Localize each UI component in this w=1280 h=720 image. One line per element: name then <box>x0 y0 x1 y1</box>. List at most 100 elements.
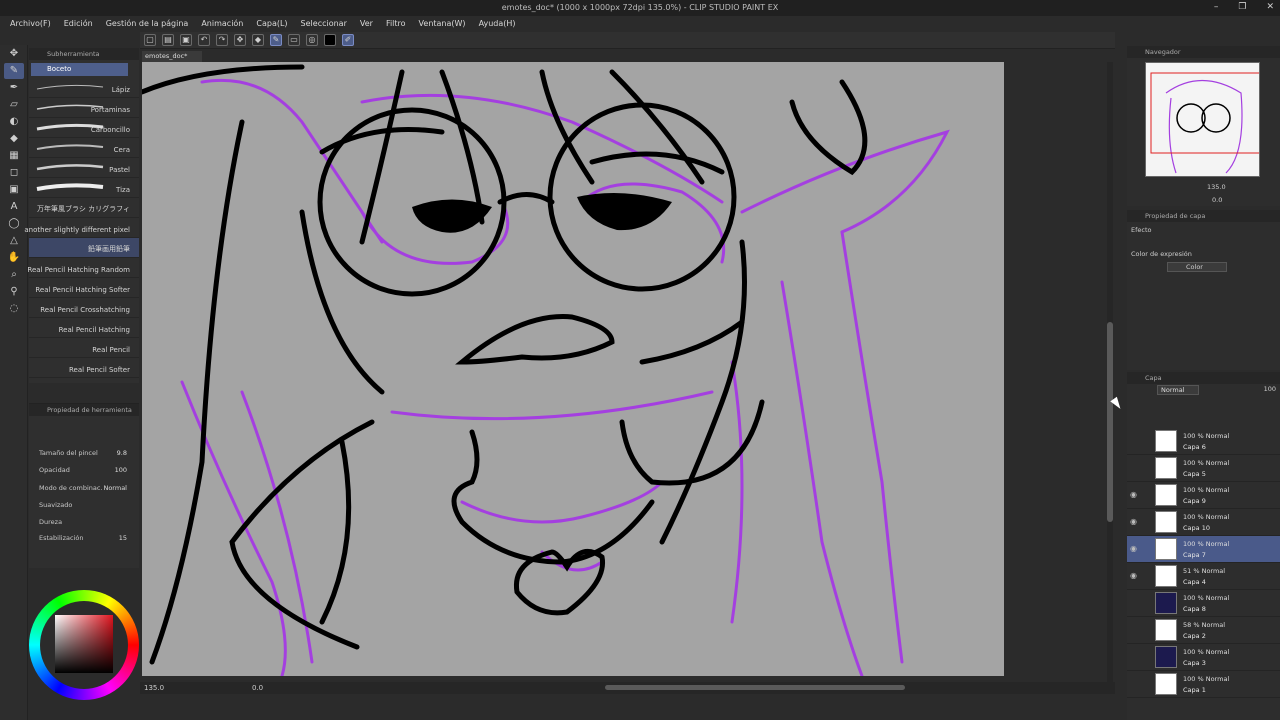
layer-opacity[interactable]: 100 <box>1264 385 1276 393</box>
saturation-value-square[interactable] <box>55 615 113 673</box>
gradient-icon[interactable]: ▦ <box>4 148 24 164</box>
menu-help[interactable]: Ayuda(H) <box>479 19 516 28</box>
eye-icon[interactable]: ◉ <box>1130 518 1138 526</box>
figure-icon[interactable]: ◻ <box>4 165 24 181</box>
eraser-icon[interactable]: ▱ <box>4 97 24 113</box>
zoom-readout[interactable]: 135.0 <box>144 684 164 692</box>
fill-tool-icon[interactable]: ◆ <box>4 131 24 147</box>
layer-row[interactable]: ◉ 51 % Normal Capa 4 <box>1127 563 1280 590</box>
menu-edit[interactable]: Edición <box>64 19 93 28</box>
layer-blend-select[interactable]: Normal <box>1157 385 1199 395</box>
eye-icon[interactable] <box>1130 464 1138 472</box>
brush-item[interactable]: Carboncillo <box>29 118 139 138</box>
brush-item[interactable]: Tiza <box>29 178 139 198</box>
smoothing-row[interactable]: Suavizado <box>39 501 135 513</box>
vertical-scroll-thumb[interactable] <box>1107 322 1113 522</box>
brush-item[interactable]: Real Pencil Hatching <box>29 318 139 338</box>
menu-select[interactable]: Seleccionar <box>301 19 347 28</box>
brush-item[interactable]: another slightly different pixel <box>24 218 139 238</box>
brush-item[interactable]: Real Pencil Hatching Softer <box>29 278 139 298</box>
menu-layer[interactable]: Capa(L) <box>256 19 287 28</box>
navigator-angle[interactable]: 0.0 <box>1212 196 1222 204</box>
maximize-button[interactable]: ❐ <box>1238 2 1246 12</box>
brush-item[interactable]: 万年筆風ブラシ カリグラフィ <box>29 198 139 218</box>
brush-size-value[interactable]: 9.8 <box>117 449 127 457</box>
eyedropper-icon[interactable]: ⚲ <box>4 284 24 300</box>
hardness-row[interactable]: Dureza <box>39 518 135 530</box>
eye-icon[interactable]: ◉ <box>1130 572 1138 580</box>
eye-icon[interactable] <box>1130 653 1138 661</box>
undo-icon[interactable]: ↶ <box>198 34 210 46</box>
menu-window[interactable]: Ventana(W) <box>419 19 466 28</box>
layer-row[interactable]: 100 % Normal Capa 8 <box>1127 590 1280 617</box>
lasso-icon[interactable]: ◌ <box>4 301 24 317</box>
blend-value[interactable]: Normal <box>103 484 127 492</box>
document-tab[interactable]: emotes_doc* <box>142 51 202 62</box>
balloon-icon[interactable]: ◯ <box>4 216 24 232</box>
ruler-tool-icon[interactable]: △ <box>4 233 24 249</box>
menu-page[interactable]: Gestión de la página <box>106 19 189 28</box>
navigator-preview[interactable] <box>1145 62 1260 177</box>
eye-icon[interactable] <box>1130 599 1138 607</box>
minimize-button[interactable]: – <box>1214 2 1219 12</box>
fill-icon[interactable]: ◆ <box>252 34 264 46</box>
save-icon[interactable]: ▣ <box>180 34 192 46</box>
eye-icon[interactable] <box>1130 626 1138 634</box>
eye-icon[interactable] <box>1130 437 1138 445</box>
pencil-icon[interactable]: ✎ <box>4 63 24 79</box>
menu-animation[interactable]: Animación <box>201 19 243 28</box>
move-icon[interactable]: ✥ <box>4 46 24 62</box>
vertical-scrollbar[interactable] <box>1107 62 1113 682</box>
navigator-zoom[interactable]: 135.0 <box>1207 183 1226 191</box>
pen-icon[interactable]: ✎ <box>270 34 282 46</box>
redo-icon[interactable]: ↷ <box>216 34 228 46</box>
layer-row[interactable]: ◉ 100 % Normal Capa 9 <box>1127 482 1280 509</box>
stabilization-row[interactable]: Estabilización 15 <box>39 534 135 546</box>
blend-row[interactable]: Modo de combinac. Normal <box>39 484 135 496</box>
brush-item-selected[interactable]: 鉛筆画用鉛筆 <box>29 238 139 258</box>
close-button[interactable]: ✕ <box>1266 2 1274 12</box>
frame-icon[interactable]: ▣ <box>4 182 24 198</box>
layer-row[interactable]: 58 % Normal Capa 2 <box>1127 617 1280 644</box>
brush-item[interactable]: Real Pencil Softer <box>29 358 139 378</box>
layer-row[interactable]: 100 % Normal Capa 6 <box>1127 428 1280 455</box>
snap-icon[interactable]: ◎ <box>306 34 318 46</box>
text-icon[interactable]: A <box>4 199 24 215</box>
pen-tool-icon[interactable]: ✒ <box>4 80 24 96</box>
open-icon[interactable]: ▤ <box>162 34 174 46</box>
stabilization-value[interactable]: 15 <box>119 534 127 542</box>
brush-item[interactable]: Cera <box>29 138 139 158</box>
brush-icon[interactable]: ✐ <box>342 34 354 46</box>
brush-item[interactable]: Real Pencil Hatching Random <box>27 258 139 278</box>
transform-icon[interactable]: ✥ <box>234 34 246 46</box>
hand-icon[interactable]: ✋ <box>4 250 24 266</box>
angle-readout[interactable]: 0.0 <box>252 684 263 692</box>
brush-item[interactable]: Real Pencil Crosshatching <box>29 298 139 318</box>
subtool-group-tab[interactable]: Boceto <box>31 63 128 76</box>
color-black-icon[interactable] <box>324 34 336 46</box>
zoom-icon[interactable]: ⌕ <box>4 267 24 283</box>
brush-size-row[interactable]: Tamaño del pincel 9.8 <box>39 449 135 461</box>
opacity-value[interactable]: 100 <box>115 466 127 474</box>
layer-row[interactable]: 100 % Normal Capa 5 <box>1127 455 1280 482</box>
canvas-paper[interactable] <box>142 62 1004 676</box>
blend-icon[interactable]: ◐ <box>4 114 24 130</box>
layer-row[interactable]: 100 % Normal Capa 1 <box>1127 671 1280 698</box>
brush-item[interactable]: Real Pencil <box>29 338 139 358</box>
menu-view[interactable]: Ver <box>360 19 373 28</box>
menu-file[interactable]: Archivo(F) <box>10 19 51 28</box>
brush-item[interactable]: Lápiz <box>29 78 139 98</box>
layer-row[interactable]: 100 % Normal Capa 3 <box>1127 644 1280 671</box>
layer-row-selected[interactable]: ◉ 100 % Normal Capa 7 <box>1127 536 1280 563</box>
eye-icon[interactable]: ◉ <box>1130 545 1138 553</box>
brush-item[interactable]: Portaminas <box>29 98 139 118</box>
horizontal-scroll-thumb[interactable] <box>605 685 905 690</box>
eye-icon[interactable]: ◉ <box>1130 491 1138 499</box>
opacity-row[interactable]: Opacidad 100 <box>39 466 135 478</box>
expression-color-select[interactable]: Color <box>1167 262 1227 272</box>
new-icon[interactable]: ▢ <box>144 34 156 46</box>
ruler-icon[interactable]: ▭ <box>288 34 300 46</box>
eye-icon[interactable] <box>1130 680 1138 688</box>
menu-filter[interactable]: Filtro <box>386 19 406 28</box>
brush-item[interactable]: Pastel <box>29 158 139 178</box>
